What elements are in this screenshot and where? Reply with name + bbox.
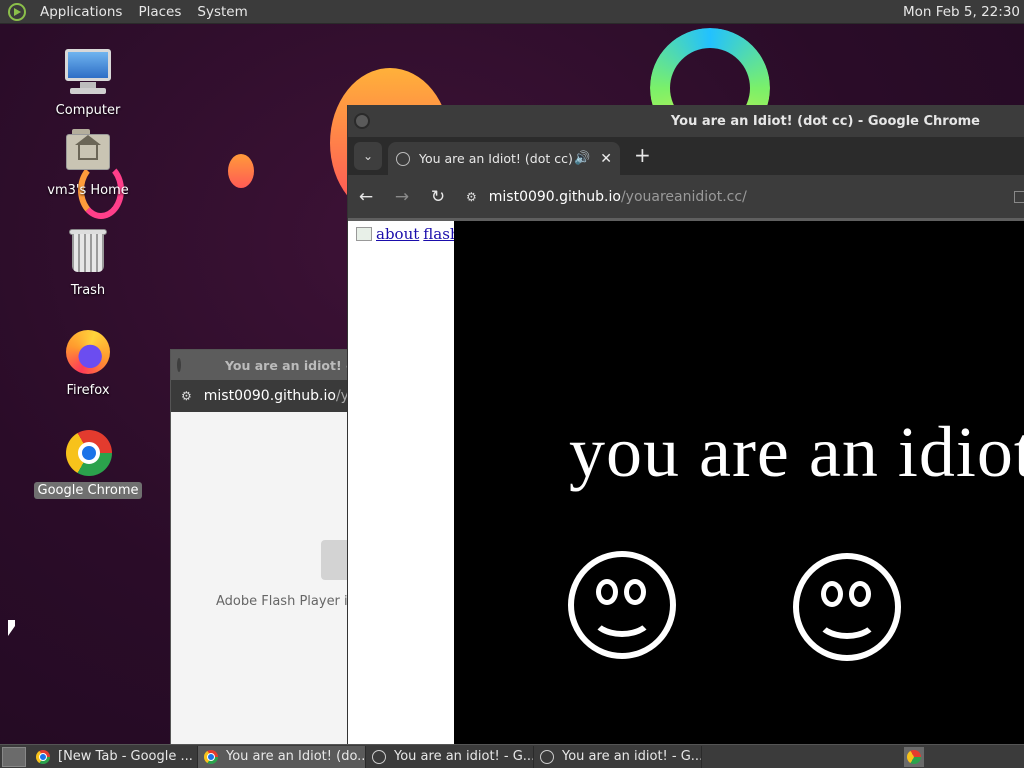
wallpaper-orange-dot [228, 154, 254, 188]
trash-icon [62, 226, 114, 278]
desktop-icon-home[interactable]: vm3's Home [33, 126, 143, 199]
chrome-window-foreground[interactable]: You are an Idiot! (dot cc) - Google Chro… [347, 105, 1024, 744]
panel-clock[interactable]: Mon Feb 5, 22:30 [903, 4, 1024, 20]
desktop-icon-chrome[interactable]: Google Chrome [33, 426, 143, 499]
page-links: about flash [356, 225, 464, 243]
tray-chrome-icon[interactable] [904, 746, 924, 767]
desktop-icon-label: Google Chrome [33, 482, 143, 499]
site-settings-icon[interactable]: ⚙ [181, 389, 192, 403]
page-content: Adobe Flash Player is [171, 412, 369, 745]
taskbar-item-idiot-2[interactable]: You are an idiot! - G... [534, 745, 702, 768]
home-folder-icon [62, 126, 114, 178]
taskbar-item-label: You are an Idiot! (do... [226, 749, 366, 764]
computer-icon [62, 46, 114, 98]
window-titlebar[interactable]: You are an idiot! - Google Chrome [171, 350, 369, 380]
window-menu-icon[interactable] [354, 113, 370, 129]
top-panel: Applications Places System Mon Feb 5, 22… [0, 0, 1024, 24]
idiot-animation[interactable]: you are an idiot! [454, 221, 1024, 744]
taskbar: [New Tab - Google ... You are an Idiot! … [0, 744, 1024, 768]
url-host: mist0090.github.io [203, 388, 336, 404]
flash-blocked-message: Adobe Flash Player is [216, 594, 355, 609]
taskbar-item-idiot-1[interactable]: You are an idiot! - G... [366, 745, 534, 768]
forward-button[interactable]: → [384, 187, 420, 207]
new-tab-button[interactable]: + [634, 143, 651, 167]
taskbar-item-label: You are an idiot! - G... [394, 749, 534, 764]
tab-you-are-an-idiot[interactable]: You are an Idiot! (dot cc) 🔊 ✕ [388, 142, 620, 175]
distro-logo-icon[interactable] [8, 2, 26, 21]
broken-image-icon [356, 227, 372, 241]
globe-icon [372, 749, 386, 764]
site-settings-icon[interactable]: ⚙ [466, 190, 477, 204]
taskbar-item-new-tab[interactable]: [New Tab - Google ... [30, 745, 198, 768]
show-desktop-button[interactable] [2, 746, 26, 767]
window-titlebar[interactable]: You are an Idiot! (dot cc) - Google Chro… [348, 105, 1024, 137]
globe-icon [396, 151, 410, 166]
menu-applications[interactable]: Applications [32, 4, 130, 20]
back-button[interactable]: ← [348, 187, 384, 207]
page-content: about flash you are an idiot! [348, 218, 1024, 744]
reload-button[interactable]: ↻ [420, 187, 456, 207]
url-path[interactable]: /youareanidiot.cc/ [621, 189, 747, 205]
window-menu-icon[interactable] [177, 358, 181, 372]
desktop-icon-trash[interactable]: Trash [33, 226, 143, 299]
url-host[interactable]: mist0090.github.io [489, 189, 621, 205]
desktop-icon-label: Trash [70, 283, 106, 298]
smiley-face-icon [793, 553, 901, 661]
browser-toolbar: ← → ↻ ⚙ mist0090.github.io/youareanidiot… [348, 175, 1024, 218]
desktop-icon-label: Firefox [66, 383, 110, 398]
taskbar-item-idiot-dot-cc[interactable]: You are an Idiot! (do... [198, 745, 366, 768]
address-bar[interactable]: ⚙ mist0090.github.io/youareanidiot.cc/ [171, 380, 369, 412]
mouse-cursor-icon [8, 620, 15, 636]
menu-system[interactable]: System [189, 4, 255, 20]
chrome-icon [62, 426, 114, 478]
chrome-icon [204, 749, 218, 764]
tab-search-button[interactable]: ⌄ [354, 142, 382, 170]
menu-places[interactable]: Places [130, 4, 189, 20]
tab-strip: ⌄ You are an Idiot! (dot cc) 🔊 ✕ + [348, 137, 1024, 175]
desktop-icon-label: Computer [55, 103, 121, 118]
chevron-down-icon: ⌄ [362, 149, 374, 163]
speaker-icon[interactable]: 🔊 [574, 151, 590, 166]
headline-text: you are an idiot! [569, 412, 1024, 492]
extension-icon[interactable] [1014, 190, 1024, 203]
firefox-icon [62, 326, 114, 378]
desktop-icon-firefox[interactable]: Firefox [33, 326, 143, 399]
chrome-window-background[interactable]: You are an idiot! - Google Chrome ⚙ mist… [170, 349, 370, 745]
smiley-face-icon [568, 551, 676, 659]
about-link[interactable]: about [376, 225, 419, 243]
close-tab-icon[interactable]: ✕ [600, 151, 612, 167]
tab-label: You are an Idiot! (dot cc) [419, 151, 573, 166]
chrome-icon [36, 749, 50, 764]
desktop-icon-label: vm3's Home [47, 183, 129, 198]
desktop-icon-computer[interactable]: Computer [33, 46, 143, 119]
window-title: You are an Idiot! (dot cc) - Google Chro… [670, 113, 980, 129]
globe-icon [540, 749, 554, 764]
taskbar-item-label: You are an idiot! - G... [562, 749, 702, 764]
taskbar-item-label: [New Tab - Google ... [58, 749, 193, 764]
